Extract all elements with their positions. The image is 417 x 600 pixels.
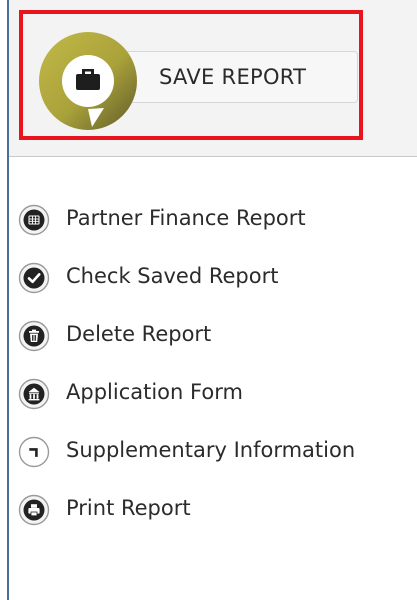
- menu-item-application-form[interactable]: Application Form: [18, 370, 417, 428]
- menu-item-label: Check Saved Report: [66, 264, 279, 288]
- menu-item-label: Application Form: [66, 380, 243, 404]
- menu-item-delete-report[interactable]: Delete Report: [18, 312, 417, 370]
- highlight-frame: [19, 10, 363, 140]
- building-icon: [18, 378, 50, 410]
- corner-arrow-icon: [18, 436, 50, 468]
- trash-icon: [18, 320, 50, 352]
- menu-item-check-saved-report[interactable]: Check Saved Report: [18, 254, 417, 312]
- menu-item-supplementary-information[interactable]: Supplementary Information: [18, 428, 417, 486]
- menu-item-label: Delete Report: [66, 322, 212, 346]
- check-circle-icon: [18, 262, 50, 294]
- report-actions-panel: SAVE REPORT Partner Finance Report Check…: [0, 0, 417, 600]
- menu-item-label: Print Report: [66, 496, 191, 520]
- printer-icon: [18, 494, 50, 526]
- menu-item-label: Partner Finance Report: [66, 206, 306, 230]
- grid-icon: [18, 204, 50, 236]
- menu-item-label: Supplementary Information: [66, 438, 356, 462]
- report-menu: Partner Finance Report Check Saved Repor…: [18, 196, 417, 544]
- menu-item-partner-finance-report[interactable]: Partner Finance Report: [18, 196, 417, 254]
- menu-item-print-report[interactable]: Print Report: [18, 486, 417, 544]
